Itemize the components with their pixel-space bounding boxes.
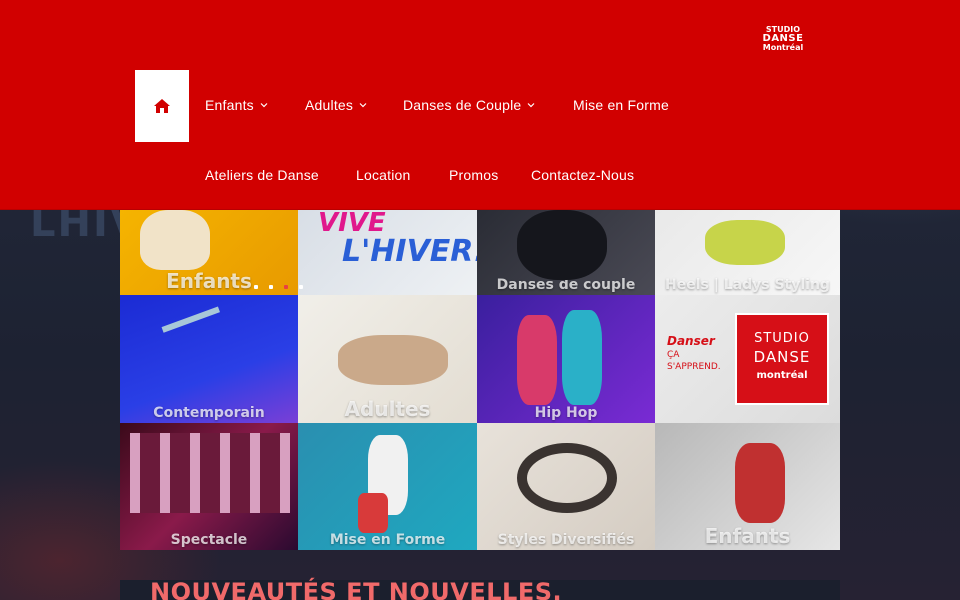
tile-enfants-2[interactable]: Enfants [655, 423, 840, 550]
tile-label: Styles Diversifiés [497, 532, 635, 548]
slogan-line3: S'APPREND. [667, 362, 721, 372]
studio-line3: montréal [756, 370, 808, 381]
tile-label: Contemporain [153, 405, 265, 421]
nav-label: Mise en Forme [573, 97, 669, 113]
nav-label: Danses de Couple [403, 97, 522, 113]
tile-label: Hip Hop [534, 405, 598, 421]
chevron-down-icon [359, 103, 367, 108]
site-logo[interactable]: STUDIO DANSE Montréal [762, 26, 804, 52]
dancer-image [705, 220, 785, 265]
tile-studio-promo[interactable]: Danser ÇA S'APPREND. STUDIO DANSE montré… [655, 295, 840, 423]
dancer-image [161, 306, 239, 384]
studio-line1: STUDIO [754, 331, 810, 346]
chevron-down-icon [527, 103, 535, 108]
category-grid: Enfants VIVE L'HIVER! Danses de couple H… [120, 210, 840, 550]
site-header: STUDIO DANSE Montréal Enfants Adultes Da… [0, 0, 960, 210]
news-title: NOUVEAUTÉS ET NOUVELLES. [150, 578, 563, 600]
nav-label: Contactez-Nous [531, 167, 635, 183]
home-icon [154, 99, 170, 113]
tile-label: Spectacle [170, 532, 248, 548]
logo-line3: Montréal [762, 43, 804, 52]
promo-line1: VIVE [318, 210, 386, 238]
nav-item-danses-de-couple[interactable]: Danses de Couple [403, 97, 535, 113]
nav-item-location[interactable]: Location [356, 167, 411, 183]
dancers-image [338, 335, 448, 385]
nav-label: Location [356, 167, 411, 183]
studio-logo-box: STUDIO DANSE montréal [735, 313, 829, 405]
tile-adultes[interactable]: Adultes [298, 295, 477, 423]
dancer-image [517, 315, 557, 405]
dancer-image [562, 310, 602, 405]
tile-spectacle[interactable]: Spectacle [120, 423, 298, 550]
slider-dot[interactable] [254, 285, 258, 289]
slogan-line2: ÇA [667, 350, 680, 360]
slider-dot-active[interactable] [284, 285, 288, 289]
tile-label: Mise en Forme [329, 532, 446, 548]
tile-label: Enfants [166, 269, 252, 293]
tile-danses-de-couple[interactable]: Danses de couple [477, 210, 655, 295]
slider-dot[interactable] [269, 285, 273, 289]
couple-image [517, 210, 607, 280]
show-image [130, 433, 290, 513]
tile-label: Adultes [344, 397, 431, 421]
tile-styles-diversifies[interactable]: Styles Diversifiés [477, 423, 655, 550]
nav-item-ateliers[interactable]: Ateliers de Danse [205, 167, 319, 183]
tile-hip-hop[interactable]: Hip Hop [477, 295, 655, 423]
tile-mise-en-forme[interactable]: Mise en Forme [298, 423, 477, 550]
dancer-image [140, 210, 210, 270]
nav-label: Promos [449, 167, 499, 183]
tile-heels[interactable]: Heels | Ladys Styling [655, 210, 840, 295]
home-button[interactable] [135, 70, 189, 142]
nav-item-enfants[interactable]: Enfants [205, 97, 268, 113]
nav-label: Adultes [305, 97, 354, 113]
nav-item-adultes[interactable]: Adultes [305, 97, 367, 113]
slogan-line1: Danser [667, 334, 715, 348]
chevron-down-icon [260, 103, 268, 108]
kid-image [735, 443, 785, 523]
promo-line2: L'HIVER! [342, 234, 477, 269]
slider-dots [254, 285, 303, 289]
studio-line2: DANSE [753, 348, 811, 366]
slogan: Danser ÇA S'APPREND. [667, 335, 721, 373]
tile-label: Enfants [704, 524, 791, 548]
nav-item-promos[interactable]: Promos [449, 167, 498, 183]
news-section: NOUVEAUTÉS ET NOUVELLES. [120, 578, 840, 600]
nav-item-contactez-nous[interactable]: Contactez-Nous [531, 167, 634, 183]
dancer-image [358, 493, 388, 533]
nav-label: Ateliers de Danse [205, 167, 319, 183]
tile-label: Heels | Ladys Styling [665, 277, 830, 293]
tile-vive-lhiver[interactable]: VIVE L'HIVER! [298, 210, 477, 295]
nav-item-mise-en-forme[interactable]: Mise en Forme [573, 97, 669, 113]
nav-label: Enfants [205, 97, 254, 113]
tile-enfants[interactable]: Enfants [120, 210, 298, 295]
slider-dot[interactable] [299, 285, 303, 289]
tile-contemporain[interactable]: Contemporain [120, 295, 298, 423]
shoes-image [517, 443, 617, 513]
